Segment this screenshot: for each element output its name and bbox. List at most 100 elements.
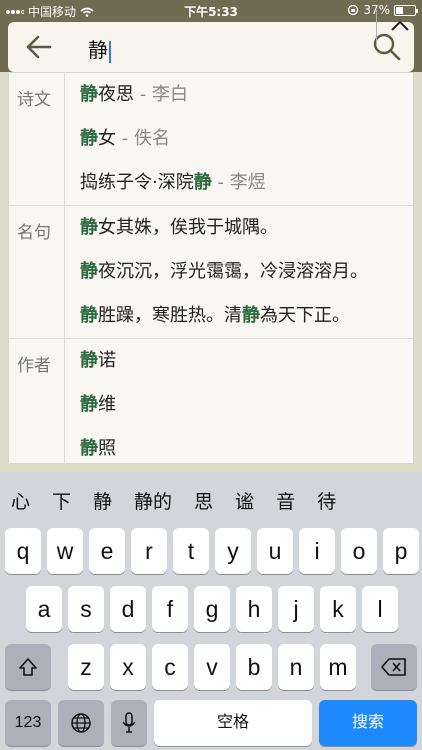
key-o[interactable]: o xyxy=(341,528,377,574)
key-y[interactable]: y xyxy=(215,528,251,574)
highlight-text: 静 xyxy=(193,172,212,193)
mic-key[interactable] xyxy=(111,700,147,746)
result-item[interactable]: 静诺 xyxy=(65,339,413,383)
key-e[interactable]: e xyxy=(89,528,125,574)
section-label: 作者 xyxy=(9,339,65,463)
result-text: 夜沉沉，浮光霭霭，冷浸溶溶月。 xyxy=(98,261,368,282)
result-text: 照 xyxy=(98,438,116,459)
candidate-word[interactable]: 音 xyxy=(265,487,306,514)
key-r[interactable]: r xyxy=(131,528,167,574)
result-text: 胜躁，寒胜热。清 xyxy=(98,305,242,326)
search-query-text: 静 xyxy=(88,38,108,62)
key-x[interactable]: x xyxy=(110,644,146,690)
result-author: - 佚名 xyxy=(116,128,170,149)
back-arrow-icon[interactable] xyxy=(24,32,54,62)
section-items: 静女其姝，俟我于城隅。 静夜沉沉，浮光霭霭，冷浸溶溶月。 静胜躁，寒胜热。清静為天下… xyxy=(65,206,413,338)
key-f[interactable]: f xyxy=(152,586,188,632)
search-bar[interactable]: 静 xyxy=(8,22,414,72)
key-n[interactable]: n xyxy=(278,644,314,690)
key-j[interactable]: j xyxy=(278,586,314,632)
ime-candidate-bar: 心下静静的思谧音待 xyxy=(0,472,422,528)
result-text: 维 xyxy=(98,394,116,415)
key-s[interactable]: s xyxy=(68,586,104,632)
result-item[interactable]: 静女其姝，俟我于城隅。 xyxy=(65,206,413,250)
section-items: 静诺 静维 静照 xyxy=(65,339,413,463)
search-key-label: 搜索 xyxy=(351,714,384,731)
backspace-icon xyxy=(381,658,406,676)
text-cursor xyxy=(109,40,111,63)
globe-key[interactable] xyxy=(58,700,104,746)
rotation-lock-icon xyxy=(348,4,359,16)
candidate-word[interactable]: 下 xyxy=(41,487,82,514)
battery-fill xyxy=(396,6,403,14)
key-m[interactable]: m xyxy=(320,644,356,690)
result-section: 作者 静诺 静维 静照 xyxy=(9,339,413,463)
key-k[interactable]: k xyxy=(320,586,356,632)
result-author: - 李煜 xyxy=(211,172,266,193)
search-input[interactable]: 静 xyxy=(88,34,111,63)
candidate-word[interactable]: 思 xyxy=(183,487,224,514)
highlight-text: 静 xyxy=(80,261,98,282)
key-d[interactable]: d xyxy=(110,586,146,632)
result-text: 夜思 xyxy=(98,84,134,105)
globe-icon xyxy=(71,713,91,733)
result-item[interactable]: 静女 - 佚名 xyxy=(65,117,413,161)
key-g[interactable]: g xyxy=(194,586,230,632)
key-a[interactable]: a xyxy=(26,586,62,632)
key-b[interactable]: b xyxy=(236,644,272,690)
result-item[interactable]: 静维 xyxy=(65,383,413,427)
microphone-icon xyxy=(122,712,136,733)
result-item[interactable]: 静夜沉沉，浮光霭霭，冷浸溶溶月。 xyxy=(65,250,413,294)
result-text: 女 xyxy=(98,128,116,149)
highlight-text: 静 xyxy=(80,128,98,149)
section-label: 诗文 xyxy=(9,73,65,205)
result-item[interactable]: 静照 xyxy=(65,427,413,463)
shift-key[interactable] xyxy=(5,644,51,690)
result-item[interactable]: 静胜躁，寒胜热。清静為天下正。 xyxy=(65,294,413,338)
key-i[interactable]: i xyxy=(299,528,335,574)
highlight-text: 静 xyxy=(80,217,98,238)
key-t[interactable]: t xyxy=(173,528,209,574)
candidate-separator xyxy=(376,10,377,46)
key-w[interactable]: w xyxy=(47,528,83,574)
result-text: 捣练子令·深院 xyxy=(80,172,194,193)
result-author: - 李白 xyxy=(134,84,188,105)
key-u[interactable]: u xyxy=(257,528,293,574)
space-key[interactable]: 空格 xyxy=(154,700,312,746)
suggestion-dropdown: 诗文 静夜思 - 李白 静女 - 佚名 捣练子令·深院静 - 李煜 名句 静女其姝，俟我于… xyxy=(8,72,414,464)
highlight-text: 静 xyxy=(80,305,98,326)
highlight-text: 静 xyxy=(80,394,98,415)
key-q[interactable]: q xyxy=(5,528,41,574)
candidate-word[interactable]: 谧 xyxy=(224,487,265,514)
key-h[interactable]: h xyxy=(236,586,272,632)
space-key-label: 空格 xyxy=(216,714,249,731)
highlight-text: 静 xyxy=(80,438,98,459)
highlight-text: 静 xyxy=(242,305,260,326)
candidate-word[interactable]: 待 xyxy=(306,487,347,514)
result-text: 為天下正。 xyxy=(260,305,350,326)
section-items: 静夜思 - 李白 静女 - 佚名 捣练子令·深院静 - 李煜 xyxy=(65,73,413,205)
search-key[interactable]: 搜索 xyxy=(319,700,417,746)
section-label: 名句 xyxy=(9,206,65,338)
key-z[interactable]: z xyxy=(68,644,104,690)
result-text: 女其姝，俟我于城隅。 xyxy=(98,217,278,238)
result-item[interactable]: 静夜思 - 李白 xyxy=(65,73,413,117)
highlight-text: 静 xyxy=(80,350,98,371)
candidate-word[interactable]: 静 xyxy=(82,487,123,514)
candidate-word[interactable]: 心 xyxy=(0,487,41,514)
numbers-key-label: 123 xyxy=(14,714,42,731)
key-v[interactable]: v xyxy=(194,644,230,690)
status-bar: 中国移动 下午5:33 37% xyxy=(0,0,422,22)
result-section: 诗文 静夜思 - 李白 静女 - 佚名 捣练子令·深院静 - 李煜 xyxy=(9,73,413,206)
key-p[interactable]: p xyxy=(383,528,419,574)
highlight-text: 静 xyxy=(80,84,98,105)
key-c[interactable]: c xyxy=(152,644,188,690)
shift-icon xyxy=(19,658,37,676)
key-l[interactable]: l xyxy=(362,586,398,632)
result-item[interactable]: 捣练子令·深院静 - 李煜 xyxy=(65,161,413,205)
result-text: 诺 xyxy=(98,350,116,371)
backspace-key[interactable] xyxy=(371,644,417,690)
chevron-up-icon[interactable] xyxy=(388,14,412,38)
candidate-word[interactable]: 静的 xyxy=(123,487,183,514)
numbers-key[interactable]: 123 xyxy=(5,700,51,746)
